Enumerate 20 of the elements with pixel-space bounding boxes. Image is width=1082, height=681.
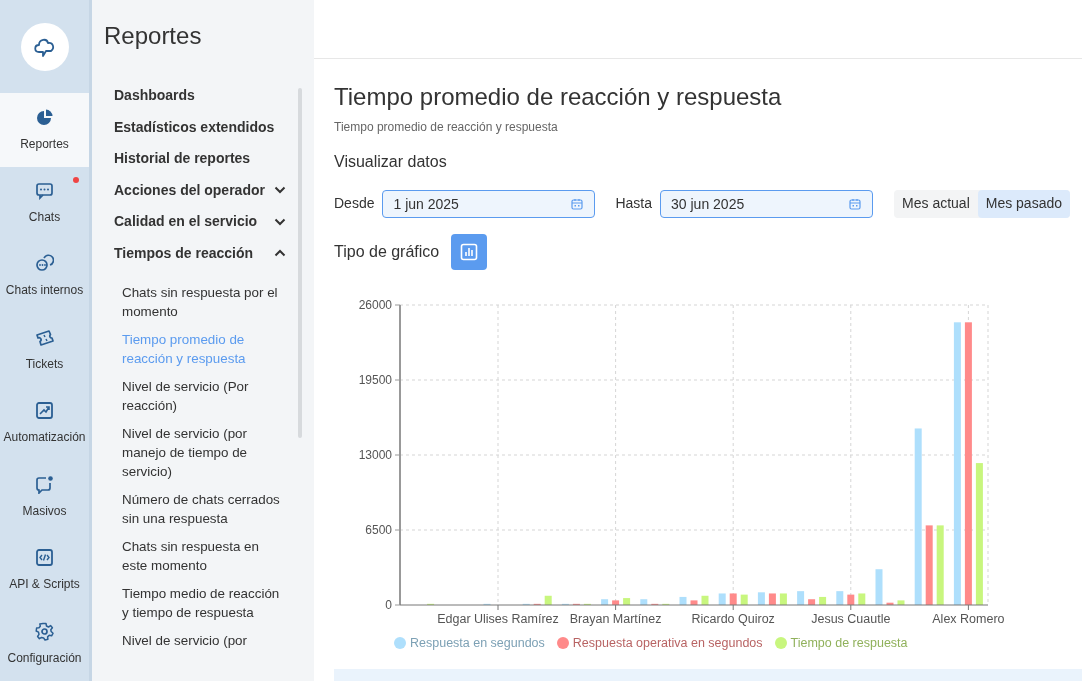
legend-label: Respuesta operativa en segundos — [572, 634, 763, 652]
chart-type-label: Tipo de gráfico — [334, 241, 440, 262]
section-title: Visualizar datos — [334, 151, 448, 172]
axis-label: Brayan Martínez — [569, 611, 662, 626]
page-subtitle: Tiempo promedio de reacción y respuesta — [334, 118, 559, 136]
axis-label: 19500 — [358, 372, 392, 387]
page-title: Tiempo promedio de reacción y respuesta — [334, 83, 783, 112]
legend-label: Respuesta en segundos — [410, 634, 545, 652]
axis-label: 6500 — [365, 522, 392, 537]
legend-label: Tiempo de respuesta — [790, 634, 908, 652]
axis-label: 0 — [385, 597, 392, 612]
field-label: Desde — [334, 194, 375, 214]
axis-label: 13000 — [358, 447, 392, 462]
axis-label: 26000 — [358, 297, 392, 312]
sidebar-title: Reportes — [104, 21, 203, 51]
axis-label: Jesus Cuautle — [811, 611, 891, 626]
axis-label: Alex Romero — [932, 611, 1005, 626]
field-label: Hasta — [615, 194, 653, 214]
axis-label: Ricardo Quiroz — [691, 611, 775, 626]
axis-label: Edgar Ulises Ramírez — [437, 611, 559, 626]
